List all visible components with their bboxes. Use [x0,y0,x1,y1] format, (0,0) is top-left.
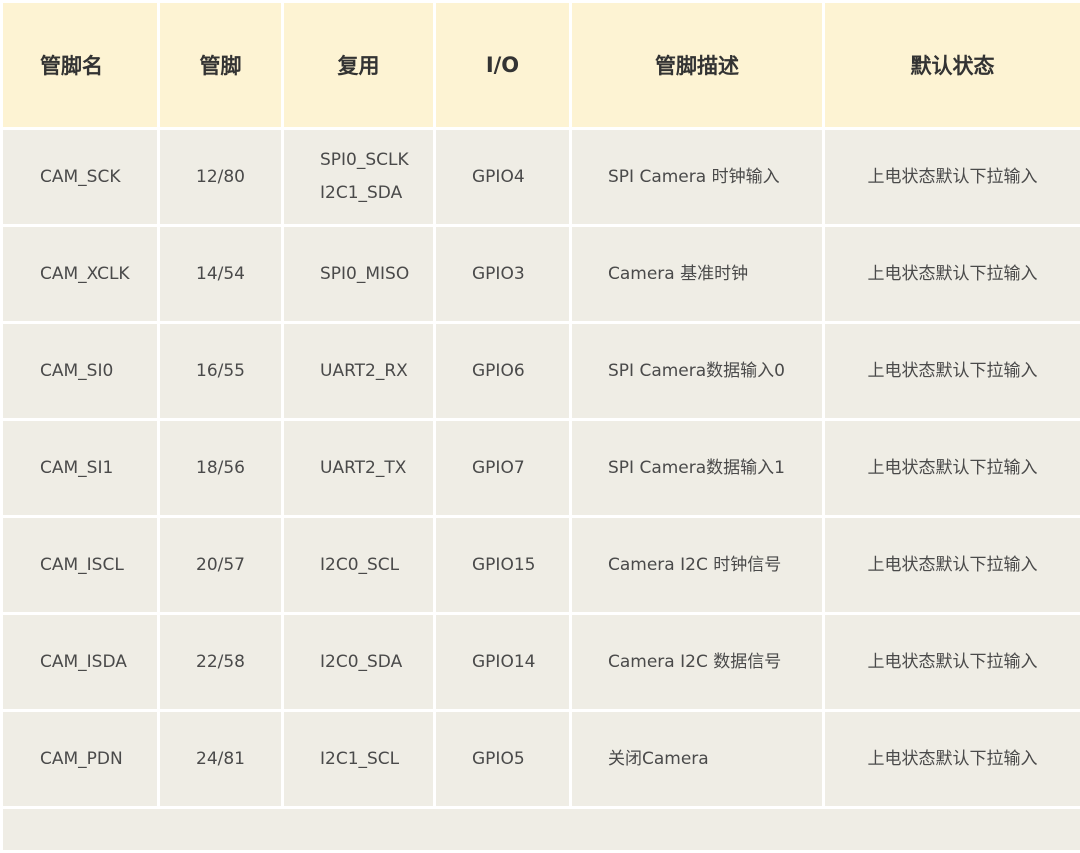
cell-io: GPIO5 [435,711,571,808]
cell-default-state: 上电状态默认下拉输入 [824,614,1080,711]
table-empty-row [2,808,1080,852]
header-row: 管脚名 管脚 复用 I/O 管脚描述 默认状态 [2,2,1080,129]
mux-line: UART2_TX [320,452,433,485]
cell-default-state: 上电状态默认下拉输入 [824,323,1080,420]
cell-default-state: 上电状态默认下拉输入 [824,129,1080,226]
mux-line: I2C0_SDA [320,646,433,679]
table-row: CAM_SI0 16/55 UART2_RX GPIO6 SPI Camera数… [2,323,1080,420]
mux-line: SPI0_SCLK [320,144,433,177]
mux-line: SPI0_MISO [320,258,433,291]
cell-io: GPIO15 [435,517,571,614]
cell-mux: I2C0_SCL [283,517,435,614]
cell-io: GPIO4 [435,129,571,226]
cell-mux: I2C0_SDA [283,614,435,711]
cell-pin-name: CAM_ISDA [2,614,159,711]
mux-line: I2C1_SDA [320,177,433,210]
cell-default-state: 上电状态默认下拉输入 [824,226,1080,323]
header-io: I/O [435,2,571,129]
table-row: CAM_XCLK 14/54 SPI0_MISO GPIO3 Camera 基准… [2,226,1080,323]
cell-pin: 18/56 [159,420,283,517]
cell-description: Camera 基准时钟 [571,226,824,323]
cell-description: SPI Camera数据输入1 [571,420,824,517]
header-default-state: 默认状态 [824,2,1080,129]
empty-cell [2,808,1080,852]
mux-line: UART2_RX [320,355,433,388]
cell-mux: SPI0_SCLK I2C1_SDA [283,129,435,226]
table-header: 管脚名 管脚 复用 I/O 管脚描述 默认状态 [2,2,1080,129]
cell-mux: SPI0_MISO [283,226,435,323]
cell-io: GPIO6 [435,323,571,420]
cell-description: Camera I2C 时钟信号 [571,517,824,614]
table-row: CAM_SCK 12/80 SPI0_SCLK I2C1_SDA GPIO4 S… [2,129,1080,226]
cell-description: SPI Camera 时钟输入 [571,129,824,226]
cell-default-state: 上电状态默认下拉输入 [824,420,1080,517]
header-pin-name: 管脚名 [2,2,159,129]
cell-io: GPIO14 [435,614,571,711]
cell-pin: 24/81 [159,711,283,808]
cell-pin: 22/58 [159,614,283,711]
mux-line: I2C1_SCL [320,743,433,776]
table-row: CAM_SI1 18/56 UART2_TX GPIO7 SPI Camera数… [2,420,1080,517]
cell-description: Camera I2C 数据信号 [571,614,824,711]
cell-description: SPI Camera数据输入0 [571,323,824,420]
cell-default-state: 上电状态默认下拉输入 [824,517,1080,614]
cell-pin: 12/80 [159,129,283,226]
cell-mux: UART2_RX [283,323,435,420]
mux-line: I2C0_SCL [320,549,433,582]
cell-mux: UART2_TX [283,420,435,517]
cell-pin-name: CAM_PDN [2,711,159,808]
table-row: CAM_ISCL 20/57 I2C0_SCL GPIO15 Camera I2… [2,517,1080,614]
cell-pin: 20/57 [159,517,283,614]
cell-pin-name: CAM_SCK [2,129,159,226]
cell-description: 关闭Camera [571,711,824,808]
table-body: CAM_SCK 12/80 SPI0_SCLK I2C1_SDA GPIO4 S… [2,129,1080,852]
cell-pin-name: CAM_ISCL [2,517,159,614]
cell-mux: I2C1_SCL [283,711,435,808]
table-row: CAM_PDN 24/81 I2C1_SCL GPIO5 关闭Camera 上电… [2,711,1080,808]
cell-pin-name: CAM_SI0 [2,323,159,420]
cell-default-state: 上电状态默认下拉输入 [824,711,1080,808]
table-row: CAM_ISDA 22/58 I2C0_SDA GPIO14 Camera I2… [2,614,1080,711]
cell-io: GPIO7 [435,420,571,517]
cell-io: GPIO3 [435,226,571,323]
header-mux: 复用 [283,2,435,129]
cell-pin-name: CAM_XCLK [2,226,159,323]
pin-table: 管脚名 管脚 复用 I/O 管脚描述 默认状态 CAM_SCK 12/80 SP… [0,0,1080,853]
cell-pin-name: CAM_SI1 [2,420,159,517]
cell-pin: 16/55 [159,323,283,420]
header-description: 管脚描述 [571,2,824,129]
header-pin: 管脚 [159,2,283,129]
cell-pin: 14/54 [159,226,283,323]
